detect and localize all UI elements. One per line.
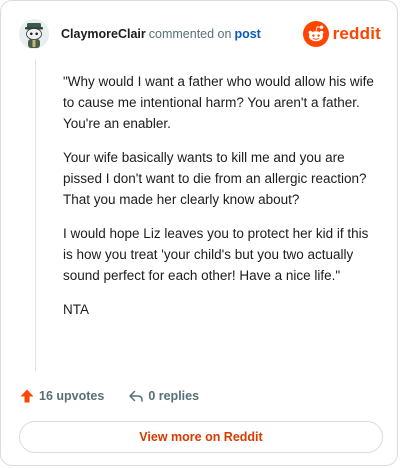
- upvote-button[interactable]: 16 upvotes: [19, 388, 104, 404]
- reddit-wordmark: reddit: [332, 24, 381, 43]
- commented-text: commented on: [148, 27, 232, 41]
- username[interactable]: ClaymoreClair: [61, 27, 146, 41]
- thread-line: [35, 59, 36, 371]
- reply-button[interactable]: 0 replies: [128, 388, 199, 404]
- comment-paragraph: NTA: [63, 302, 89, 317]
- reddit-snoo-icon: [302, 21, 329, 47]
- comment-header: ClaymoreClair commented on post: [19, 19, 261, 49]
- upvote-arrow-icon: [20, 389, 34, 403]
- comment-paragraph: I would hope Liz leaves you to protect h…: [63, 226, 369, 283]
- comment-body: "Why would I want a father who would all…: [63, 71, 379, 333]
- avatar[interactable]: [19, 19, 49, 49]
- comment-paragraph: "Why would I want a father who would all…: [63, 74, 374, 131]
- comment-embed-card: ClaymoreClair commented on post reddit "Wh…: [0, 0, 398, 466]
- reply-arrow-icon: [129, 390, 144, 402]
- reply-count: 0 replies: [148, 389, 200, 403]
- upvote-count: 16 upvotes: [39, 389, 105, 403]
- comment-actions: 16 upvotes 0 replies: [19, 385, 199, 407]
- comment-meta: ClaymoreClair commented on post: [61, 26, 261, 42]
- snoo-avatar-icon: [19, 19, 49, 49]
- view-more-button[interactable]: View more on Reddit: [19, 421, 383, 453]
- reddit-logo[interactable]: reddit: [302, 21, 381, 47]
- comment-paragraph: Your wife basically wants to kill me and…: [63, 150, 367, 207]
- post-link[interactable]: post: [234, 27, 260, 41]
